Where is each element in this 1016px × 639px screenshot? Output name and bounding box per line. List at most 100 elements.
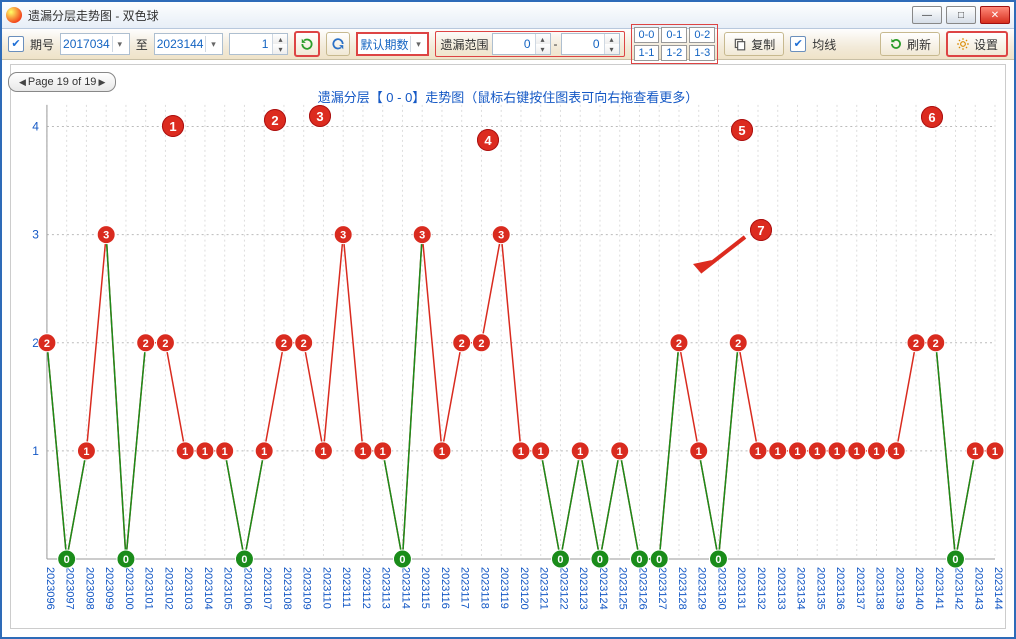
range-to-spinner[interactable]: 0 ▴▾ [561,33,620,55]
svg-text:0: 0 [656,554,662,566]
refresh-icon [889,37,903,51]
spin-up-icon[interactable]: ▴ [604,34,619,44]
svg-text:1: 1 [617,446,623,458]
svg-text:3: 3 [32,228,39,242]
svg-text:0: 0 [64,554,70,566]
gear-icon [956,37,970,51]
pager-next-icon[interactable]: ▶ [98,77,105,88]
window-title: 遗漏分层走势图 - 双色球 [28,7,159,24]
chart-area[interactable]: 遗漏分层【 0 - 0】走势图（鼠标右键按住图表可向右拖查看更多） 123420… [10,64,1006,629]
svg-text:1: 1 [854,446,860,458]
svg-text:2: 2 [301,338,307,350]
svg-text:2023137: 2023137 [854,567,866,610]
svg-text:0: 0 [557,554,563,566]
spin-up-icon[interactable]: ▴ [535,34,550,44]
copy-button[interactable]: 复制 [724,32,784,56]
svg-text:2023141: 2023141 [933,567,945,610]
svg-text:2023097: 2023097 [64,567,76,610]
period-checkbox[interactable]: ✔ [8,36,24,52]
svg-text:1: 1 [696,446,702,458]
reload-blue-button[interactable] [326,32,350,56]
svg-text:3: 3 [103,230,109,242]
svg-text:1: 1 [814,446,820,458]
svg-text:0: 0 [399,554,405,566]
period-from-combo[interactable]: 2017034 ▾ [60,33,130,55]
svg-text:0: 0 [636,554,642,566]
svg-text:2023105: 2023105 [222,567,234,610]
close-button[interactable]: ✕ [980,6,1010,24]
refresh-button[interactable]: 刷新 [880,32,940,56]
svg-text:0: 0 [952,554,958,566]
svg-text:2023135: 2023135 [814,567,826,610]
pager[interactable]: ◀ Page 19 of 19 ▶ [8,72,116,92]
svg-text:0: 0 [715,554,721,566]
svg-text:2: 2 [676,338,682,350]
settings-button[interactable]: 设置 [946,31,1008,57]
range-matrix[interactable]: 0-00-10-2 1-11-21-3 [631,24,719,64]
refresh-label: 刷新 [907,36,931,53]
callout-7: 7 [750,219,772,241]
spin-down-icon[interactable]: ▾ [604,44,619,54]
svg-text:2023118: 2023118 [478,567,490,609]
chart-svg: 1234202309620230972023098202309920231002… [11,65,1005,629]
reload-green-button[interactable] [294,31,320,57]
svg-text:2: 2 [913,338,919,350]
svg-text:2023096: 2023096 [44,567,56,610]
mode-combo[interactable]: 默认期数 ▾ [356,32,429,56]
chevron-down-icon: ▾ [112,36,127,52]
svg-text:1: 1 [873,446,879,458]
svg-text:1: 1 [518,446,524,458]
period-to-combo[interactable]: 2023144 ▾ [154,33,224,55]
avg-checkbox[interactable]: ✔ [790,36,806,52]
range-label: 遗漏范围 [440,36,488,53]
svg-text:2023119: 2023119 [498,567,510,609]
svg-text:2: 2 [44,338,50,350]
svg-text:1: 1 [577,446,583,458]
callout-1: 1 [162,115,184,137]
minimize-button[interactable]: ― [912,6,942,24]
svg-text:3: 3 [340,230,346,242]
copy-label: 复制 [751,36,775,53]
count-spinner[interactable]: 1 ▴▾ [229,33,288,55]
svg-text:2023124: 2023124 [597,567,609,610]
svg-text:2023098: 2023098 [83,567,95,610]
period-label: 期号 [30,36,54,53]
svg-text:2023123: 2023123 [577,567,589,610]
svg-text:4: 4 [32,120,39,134]
copy-icon [733,37,747,51]
range-from-spinner[interactable]: 0 ▴▾ [492,33,551,55]
svg-text:0: 0 [597,554,603,566]
maximize-button[interactable]: □ [946,6,976,24]
spin-down-icon[interactable]: ▾ [272,44,287,54]
period-to-value: 2023144 [157,37,204,51]
range-from-value: 0 [493,37,535,51]
svg-text:2023100: 2023100 [123,567,135,610]
callout-2: 2 [264,109,286,131]
callout-6: 6 [921,106,943,128]
to-label: 至 [136,36,148,53]
svg-text:1: 1 [972,446,978,458]
spin-down-icon[interactable]: ▾ [535,44,550,54]
svg-text:2023099: 2023099 [103,567,115,610]
svg-text:2023110: 2023110 [320,567,332,609]
svg-text:2: 2 [162,338,168,350]
svg-text:2023138: 2023138 [873,567,885,610]
svg-text:2023109: 2023109 [301,567,313,610]
svg-text:1: 1 [261,446,267,458]
period-from-value: 2017034 [63,37,110,51]
spin-up-icon[interactable]: ▴ [272,34,287,44]
svg-text:1: 1 [360,446,366,458]
svg-text:1: 1 [83,446,89,458]
svg-text:2023144: 2023144 [992,567,1004,610]
svg-text:2023139: 2023139 [893,567,905,610]
pager-prev-icon[interactable]: ◀ [19,77,26,88]
svg-text:2023127: 2023127 [656,567,668,610]
svg-text:2023128: 2023128 [676,567,688,610]
svg-text:2023131: 2023131 [735,567,747,610]
range-to-value: 0 [562,37,604,51]
svg-text:2023102: 2023102 [162,567,174,610]
svg-text:2023113: 2023113 [380,567,392,609]
svg-text:1: 1 [992,446,998,458]
svg-text:2023140: 2023140 [913,567,925,610]
svg-text:2023132: 2023132 [755,567,767,610]
